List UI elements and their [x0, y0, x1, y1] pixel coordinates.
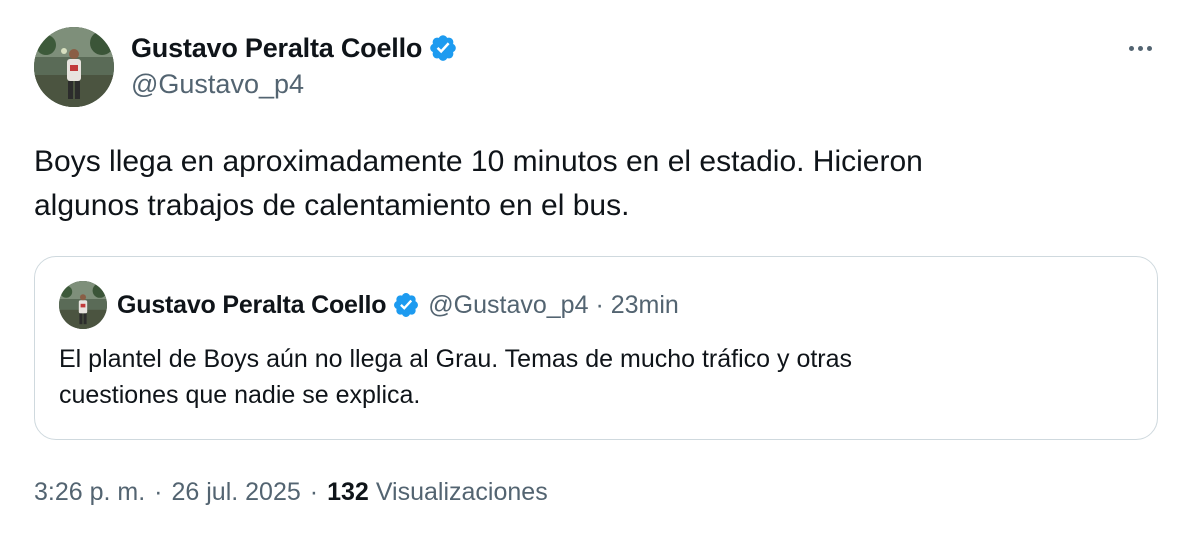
- quoted-tweet-text: El plantel de Boys aún no llega al Grau.…: [59, 341, 1119, 413]
- verified-badge-icon[interactable]: [428, 33, 458, 63]
- quoted-tweet-card[interactable]: Gustavo Peralta Coello @Gustavo_p4 · 23m…: [34, 256, 1158, 440]
- more-dot: [1137, 45, 1143, 51]
- tweet-text-line: algunos trabajos de calentamiento en el …: [34, 189, 630, 222]
- quoted-tweet-meta: @Gustavo_p4 · 23min: [428, 291, 679, 320]
- quoted-tweet-text-line: cuestiones que nadie se explica.: [59, 381, 421, 409]
- more-dot: [1128, 45, 1134, 51]
- avatar-photo: [59, 281, 107, 329]
- quoted-author-display-name: Gustavo Peralta Coello: [117, 290, 387, 319]
- tweet-footer: 3:26 p. m. · 26 jul. 2025 · 132 Visualiz…: [34, 478, 548, 507]
- footer-separator: ·: [309, 478, 319, 506]
- tweet-date[interactable]: 26 jul. 2025: [172, 478, 301, 507]
- quoted-author-handle: @Gustavo_p4: [428, 290, 589, 319]
- tweet-time[interactable]: 3:26 p. m.: [34, 478, 145, 507]
- tweet-text: Boys llega en aproximadamente 10 minutos…: [34, 140, 1154, 228]
- views-count: 132: [327, 478, 369, 506]
- meta-separator: ·: [595, 290, 604, 319]
- tweet: Gustavo Peralta Coello @Gustavo_p4 Boys …: [0, 0, 1200, 544]
- footer-separator: ·: [154, 478, 163, 506]
- more-options-icon[interactable]: [1120, 34, 1160, 62]
- author-info: Gustavo Peralta Coello @Gustavo_p4: [131, 30, 458, 100]
- author-display-name[interactable]: Gustavo Peralta Coello: [131, 33, 422, 64]
- quoted-author-avatar[interactable]: [59, 281, 107, 329]
- quoted-tweet-text-line: El plantel de Boys aún no llega al Grau.…: [59, 345, 853, 373]
- author-name-row: Gustavo Peralta Coello: [131, 30, 458, 66]
- author-avatar[interactable]: [34, 27, 114, 107]
- verified-badge-icon: [392, 291, 420, 319]
- author-handle[interactable]: @Gustavo_p4: [131, 69, 458, 100]
- tweet-text-line: Boys llega en aproximadamente 10 minutos…: [34, 145, 923, 178]
- more-dot: [1146, 45, 1152, 51]
- quoted-tweet-time: 23min: [610, 290, 679, 319]
- avatar-photo: [34, 27, 114, 107]
- quoted-tweet-header: Gustavo Peralta Coello @Gustavo_p4 · 23m…: [59, 281, 679, 329]
- views-label: Visualizaciones: [375, 478, 548, 506]
